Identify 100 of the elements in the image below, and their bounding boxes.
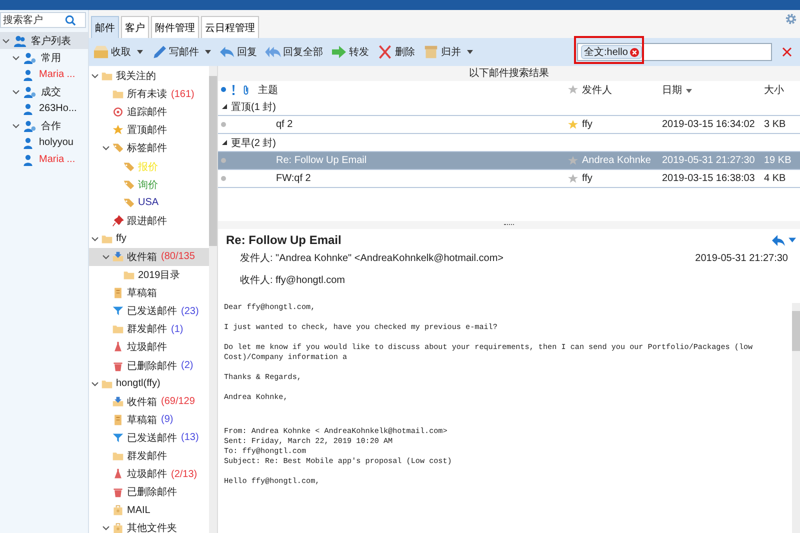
folder-item[interactable]: 草稿箱 (9) [89, 410, 209, 429]
unread-column-icon[interactable] [220, 87, 226, 92]
inbox-icon [112, 396, 124, 408]
sort-caret-icon [686, 88, 692, 92]
tab[interactable]: 邮件 [91, 16, 119, 38]
column-header[interactable]: 大小 [760, 82, 800, 96]
folder-item[interactable]: 我关注的 [89, 67, 209, 86]
search-input[interactable]: 搜索客户 [1, 13, 65, 27]
customer-tree-item[interactable]: 成交 [0, 83, 88, 100]
customer-tree-item[interactable]: 合作 [0, 117, 88, 134]
group-header[interactable]: 置顶(1 封) [231, 100, 276, 114]
expanded-chevron-icon[interactable] [12, 88, 20, 96]
double-arrow-icon [265, 45, 281, 59]
customer-search-field[interactable]: 搜索客户 [0, 12, 86, 28]
expanded-chevron-icon[interactable] [102, 252, 110, 261]
toolbar-button[interactable]: 回复 [217, 45, 259, 59]
funnel-icon [112, 432, 124, 444]
tab[interactable]: 附件管理 [151, 16, 199, 38]
star-icon[interactable] [568, 156, 578, 166]
customer-tree-item[interactable]: Maria ... [0, 66, 88, 83]
mail-count: (1) [171, 324, 184, 335]
tab[interactable]: 云日程管理 [201, 16, 259, 38]
dropdown-caret-icon[interactable] [137, 50, 143, 54]
folder-item[interactable]: 标签邮件 [89, 139, 209, 158]
customer-tree-item[interactable]: 客户列表 [0, 32, 88, 49]
folder-item[interactable]: 群发邮件 [89, 446, 209, 466]
mail-size: 19 KB [763, 155, 792, 166]
folder-item[interactable]: 已删除邮件 (2) [89, 356, 209, 375]
star-icon[interactable] [568, 174, 578, 184]
reply-arrow-icon[interactable] [772, 234, 796, 246]
toolbar-button[interactable]: 回复全部 [263, 45, 325, 59]
toolbar-button[interactable]: 写邮件 [149, 45, 213, 59]
tag-icon [123, 178, 135, 191]
folder-icon [112, 450, 124, 462]
expanded-chevron-icon[interactable] [2, 36, 10, 44]
folder-item[interactable]: 其他文件夹 [89, 519, 209, 533]
column-header[interactable]: 发件人 [582, 82, 662, 96]
toolbar-button[interactable]: 转发 [329, 45, 371, 59]
mail-search-field[interactable]: 全文:hello [577, 43, 772, 61]
expanded-chevron-icon[interactable] [12, 54, 20, 62]
settings-icon[interactable] [785, 13, 797, 25]
collapse-triangle-icon[interactable] [222, 104, 227, 109]
tab[interactable]: 客户 [121, 16, 149, 38]
dropdown-caret-icon[interactable] [467, 50, 473, 54]
folder-item[interactable]: 垃圾邮件 [89, 338, 209, 356]
folder-item[interactable]: 跟进邮件 [89, 212, 209, 230]
close-icon[interactable] [782, 47, 792, 57]
folder-icon [101, 378, 113, 390]
remove-icon[interactable] [630, 48, 639, 56]
expanded-chevron-icon[interactable] [91, 234, 99, 243]
search-icon[interactable] [65, 14, 76, 26]
scrollbar[interactable] [792, 303, 800, 533]
customer-tree-item[interactable]: 263Ho... [0, 100, 88, 117]
unread-count: (2/13) [171, 468, 198, 480]
mail-date: 2019-03-15 16:38:03 [662, 173, 756, 184]
folder-item[interactable]: 收件箱 (69/129 [89, 392, 209, 411]
column-header[interactable]: 主题 [254, 82, 568, 96]
folder-item[interactable]: 已发送邮件 (23) [89, 302, 209, 320]
toolbar-button[interactable]: 删除 [375, 45, 417, 59]
customer-tree-item[interactable]: 常用 [0, 49, 88, 66]
funnel-icon [112, 305, 124, 318]
toolbar-button[interactable]: 归并 [421, 45, 475, 59]
folder-item[interactable]: ffy [89, 230, 209, 248]
expanded-chevron-icon[interactable] [91, 380, 99, 388]
column-header[interactable]: 日期 [662, 82, 760, 96]
group-header[interactable]: 更早(2 封) [231, 136, 276, 150]
folder-item[interactable]: 群发邮件 (1) [89, 320, 209, 338]
star-column-icon[interactable] [568, 84, 578, 94]
folder-item[interactable]: 草稿箱 [89, 284, 209, 302]
folder-item[interactable]: 置顶邮件 [89, 121, 209, 140]
expanded-chevron-icon[interactable] [91, 72, 99, 80]
folder-item[interactable]: 已发送邮件 (13) [89, 428, 209, 447]
search-filter-chip[interactable]: 全文:hello [581, 45, 642, 59]
collapse-triangle-icon[interactable] [222, 140, 227, 145]
folder-item[interactable]: 追踪邮件 [89, 103, 209, 122]
folder-item[interactable]: hongtl(ffy) [89, 374, 209, 393]
folder-item[interactable]: 询价 [89, 176, 209, 194]
scrollbar[interactable] [209, 66, 217, 533]
folder-item[interactable]: 2019目录 [89, 266, 209, 284]
expanded-chevron-icon[interactable] [102, 144, 110, 152]
mail-count: (23) [181, 306, 199, 317]
star-icon[interactable] [568, 120, 578, 130]
box-icon [423, 45, 439, 59]
customer-tree-item[interactable]: holyyou [0, 134, 88, 151]
folder-item[interactable]: 垃圾邮件 (2/13) [89, 465, 209, 484]
expanded-chevron-icon[interactable] [102, 524, 110, 532]
mail-row[interactable]: FW:qf 2 ffy 2019-03-15 16:38:03 4 KB [218, 170, 800, 188]
paperclip-icon[interactable] [242, 84, 250, 94]
priority-column-icon[interactable] [232, 84, 234, 94]
folder-item[interactable]: 已删除邮件 [89, 483, 209, 502]
folder-item[interactable]: 收件箱 (80/135 [89, 248, 209, 266]
dropdown-caret-icon[interactable] [205, 50, 211, 54]
folder-item[interactable]: MAIL [89, 501, 209, 520]
customer-tree-item[interactable]: Maria ... [0, 151, 88, 168]
toolbar-button[interactable]: 收取 [91, 45, 145, 59]
expanded-chevron-icon[interactable] [12, 122, 20, 130]
folder-item[interactable]: 所有未读 (161) [89, 85, 209, 104]
mail-row[interactable]: qf 2 ffy 2019-03-15 16:34:02 3 KB [218, 116, 800, 134]
folder-item[interactable]: USA [89, 194, 209, 212]
mail-subject: FW:qf 2 [275, 173, 312, 184]
